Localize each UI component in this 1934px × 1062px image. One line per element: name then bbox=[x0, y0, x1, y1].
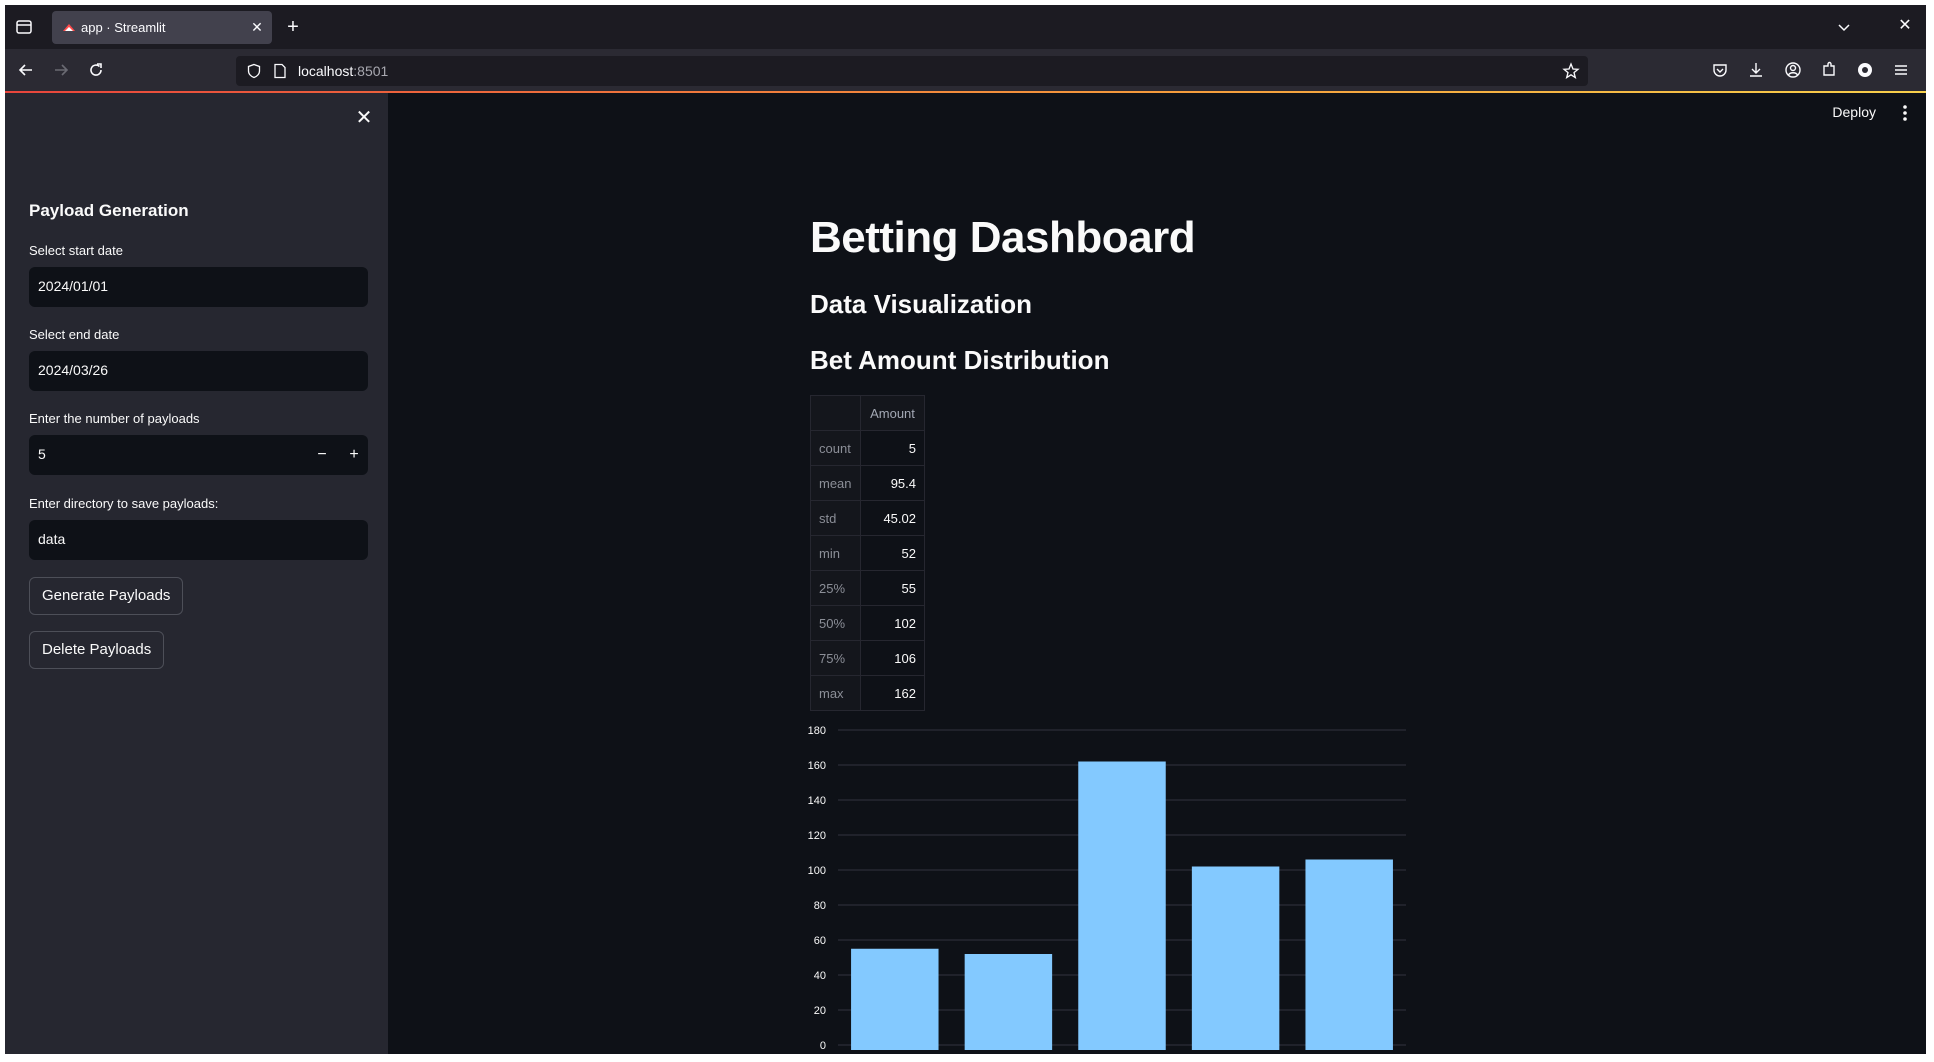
download-icon[interactable] bbox=[1747, 61, 1765, 79]
num-payloads-label: Enter the number of payloads bbox=[29, 411, 200, 426]
row-index: count bbox=[810, 430, 861, 466]
profile-extension-icon[interactable] bbox=[1856, 61, 1874, 79]
url-bar[interactable]: localhost:8501 bbox=[236, 56, 1588, 86]
section-title: Bet Amount Distribution bbox=[810, 345, 1110, 375]
new-tab-icon[interactable]: + bbox=[284, 17, 302, 37]
start-date-input[interactable]: 2024/01/01 bbox=[29, 267, 368, 307]
chevron-down-icon[interactable] bbox=[1836, 19, 1852, 35]
delete-payloads-button[interactable]: Delete Payloads bbox=[29, 631, 165, 669]
sidebar-close-icon[interactable]: ✕ bbox=[355, 108, 373, 128]
end-date-value: 2024/03/26 bbox=[38, 362, 109, 378]
directory-label: Enter directory to save payloads: bbox=[29, 496, 219, 511]
url-text[interactable]: localhost:8501 bbox=[298, 63, 388, 79]
y-tick-label: 160 bbox=[808, 760, 826, 772]
directory-input[interactable]: data bbox=[29, 520, 368, 560]
row-value: 52 bbox=[860, 535, 925, 571]
forward-arrow-icon[interactable] bbox=[52, 61, 70, 79]
page-info-icon[interactable] bbox=[272, 63, 288, 79]
row-index: min bbox=[810, 535, 861, 571]
main-content: Deploy Betting Dashboard Data Visualizat… bbox=[388, 93, 1926, 1054]
extensions-icon[interactable] bbox=[1820, 61, 1838, 79]
table-row: std 45.02 bbox=[810, 500, 925, 536]
sidebar: ✕ Payload Generation Select start date 2… bbox=[5, 93, 388, 1054]
table-index-header bbox=[810, 395, 861, 431]
tab-bar: app · Streamlit ✕ + ✕ bbox=[5, 5, 1926, 49]
row-index: 25% bbox=[810, 570, 861, 606]
num-payloads-input[interactable]: 5 − + bbox=[29, 435, 368, 475]
account-icon[interactable] bbox=[1784, 61, 1802, 79]
row-value: 95.4 bbox=[860, 465, 925, 501]
start-date-value: 2024/01/01 bbox=[38, 278, 109, 294]
start-date-label: Select start date bbox=[29, 243, 123, 258]
tab-app-streamlit[interactable]: app · Streamlit ✕ bbox=[52, 11, 272, 44]
chart-bar[interactable] bbox=[964, 954, 1053, 1050]
y-tick-label: 100 bbox=[808, 865, 826, 877]
chart-bar[interactable] bbox=[1078, 761, 1166, 1051]
row-value: 106 bbox=[860, 640, 925, 676]
table-header-row: Amount bbox=[810, 395, 925, 431]
y-tick-label: 140 bbox=[808, 795, 826, 807]
row-index: 50% bbox=[810, 605, 861, 641]
page-subtitle: Data Visualization bbox=[810, 289, 1033, 319]
chart-bar[interactable] bbox=[1305, 859, 1393, 1051]
shield-icon[interactable] bbox=[246, 63, 262, 79]
back-arrow-icon[interactable] bbox=[17, 61, 35, 79]
hamburger-menu-icon[interactable] bbox=[1892, 61, 1910, 79]
pocket-icon[interactable] bbox=[1711, 61, 1729, 79]
row-value: 5 bbox=[860, 430, 925, 466]
page-title: Betting Dashboard bbox=[810, 213, 1196, 262]
generate-payloads-button[interactable]: Generate Payloads bbox=[29, 577, 184, 615]
row-value: 55 bbox=[860, 570, 925, 606]
end-date-input[interactable]: 2024/03/26 bbox=[29, 351, 368, 391]
row-index: std bbox=[810, 500, 861, 536]
row-value: 162 bbox=[860, 675, 925, 711]
tab-close-icon[interactable]: ✕ bbox=[248, 18, 266, 36]
sidebar-title: Payload Generation bbox=[29, 201, 189, 220]
increment-button[interactable]: + bbox=[342, 443, 366, 467]
more-options-icon[interactable] bbox=[1896, 102, 1914, 124]
directory-value: data bbox=[38, 531, 66, 547]
row-value: 45.02 bbox=[860, 500, 925, 536]
table-row: 75% 106 bbox=[810, 640, 925, 676]
window-close-icon[interactable]: ✕ bbox=[1896, 17, 1914, 35]
row-value: 102 bbox=[860, 605, 925, 641]
num-payloads-value: 5 bbox=[38, 446, 46, 462]
table-row: mean 95.4 bbox=[810, 465, 925, 501]
row-index: mean bbox=[810, 465, 861, 501]
table-row: 25% 55 bbox=[810, 570, 925, 606]
browser-window: app · Streamlit ✕ + ✕ localhost:8501 ✕ P… bbox=[5, 5, 1926, 1054]
tab-title: app · Streamlit bbox=[81, 20, 166, 35]
row-index: max bbox=[810, 675, 861, 711]
bet-amount-bar-chart: 0 20 40 60 80 100 120 140 160 180 bbox=[808, 725, 1406, 1052]
y-tick-label: 120 bbox=[808, 830, 826, 842]
table-row: 50% 102 bbox=[810, 605, 925, 641]
end-date-label: Select end date bbox=[29, 327, 120, 342]
y-tick-label: 40 bbox=[814, 970, 826, 982]
chart-bar[interactable] bbox=[851, 948, 939, 1050]
streamlit-favicon-icon bbox=[63, 24, 75, 31]
navigation-bar: localhost:8501 bbox=[5, 49, 1926, 91]
table-row: count 5 bbox=[810, 430, 925, 466]
deploy-button[interactable]: Deploy bbox=[1832, 104, 1876, 120]
bookmark-star-icon[interactable] bbox=[1562, 62, 1580, 80]
row-index: 75% bbox=[810, 640, 861, 676]
chart-bar[interactable] bbox=[1191, 866, 1280, 1051]
y-tick-label: 0 bbox=[820, 1040, 826, 1052]
firefox-view-icon[interactable] bbox=[15, 18, 33, 36]
y-tick-label: 80 bbox=[814, 900, 826, 912]
table-column-header: Amount bbox=[860, 395, 925, 431]
y-tick-label: 180 bbox=[808, 725, 826, 737]
y-tick-label: 20 bbox=[814, 1005, 826, 1017]
table-row: max 162 bbox=[810, 675, 925, 711]
decrement-button[interactable]: − bbox=[310, 443, 334, 467]
reload-icon[interactable] bbox=[87, 61, 105, 79]
table-row: min 52 bbox=[810, 535, 925, 571]
y-tick-label: 60 bbox=[814, 935, 826, 947]
stats-table: Amount count 5 mean 95.4 std 45.02 min 5… bbox=[810, 395, 925, 711]
